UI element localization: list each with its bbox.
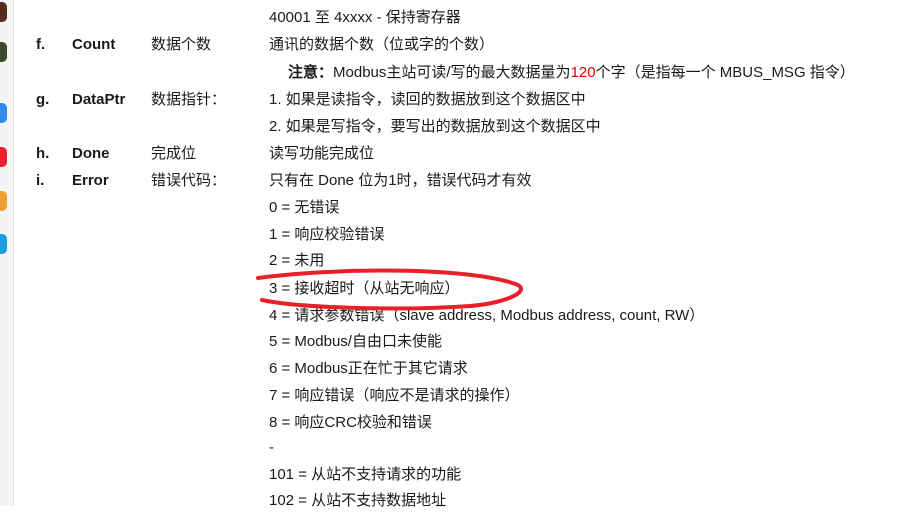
error-code-text: 1 = 响应校验错误	[269, 226, 385, 243]
param-letter: i.	[36, 172, 45, 189]
error-code-text: 0 = 无错误	[269, 199, 340, 216]
param-letter: g.	[36, 91, 50, 108]
param-name: DataPtr	[72, 91, 126, 108]
error-code-text: 101 = 从站不支持请求的功能	[269, 466, 462, 483]
app-icon-game-2[interactable]	[0, 42, 7, 62]
error-code-text: -	[269, 439, 274, 456]
note-text-after: 个字（是指每一个 MBUS_MSG 指令）	[595, 64, 855, 81]
param-text: 通讯的数据个数（位或字的个数）	[269, 36, 495, 53]
param-text: 1. 如果是读指令，读回的数据放到这个数据区中	[269, 91, 586, 108]
app-icon-multicolor[interactable]	[0, 191, 7, 211]
param-letter: h.	[36, 145, 50, 162]
app-icon-red[interactable]	[0, 147, 7, 167]
param-letter: f.	[36, 36, 46, 53]
error-code-text: 4 = 请求参数错误（slave address, Modbus address…	[269, 307, 705, 324]
app-sidebar	[0, 0, 14, 506]
param-desc: 错误代码：	[151, 172, 227, 189]
error-code-text: 2 = 未用	[269, 252, 325, 269]
param-desc: 数据个数	[151, 36, 212, 53]
param-text: 读写功能完成位	[269, 145, 375, 162]
register-range-line: 40001 至 4xxxx - 保持寄存器	[269, 9, 461, 26]
param-desc: 完成位	[151, 145, 197, 162]
note-highlight: 120	[570, 64, 596, 81]
error-code-text: 102 = 从站不支持数据地址	[269, 492, 447, 509]
error-code-text: 5 = Modbus/自由口未使能	[269, 333, 442, 350]
dataptr-line-2: 2. 如果是写指令，要写出的数据放到这个数据区中	[269, 118, 601, 135]
error-code-text: 6 = Modbus正在忙于其它请求	[269, 360, 468, 377]
app-icon-cyan[interactable]	[0, 234, 7, 254]
param-name: Done	[72, 145, 110, 162]
param-desc: 数据指针：	[151, 91, 227, 108]
app-icon-blue[interactable]	[0, 103, 7, 123]
note-text: Modbus主站可读/写的最大数据量为	[333, 64, 571, 81]
app-icon-game-1[interactable]	[0, 2, 7, 22]
error-code-text: 3 = 接收超时（从站无响应）	[269, 280, 460, 297]
param-name: Count	[72, 36, 116, 53]
note-label: 注意：	[288, 64, 334, 81]
param-name: Error	[72, 172, 109, 189]
error-code-text: 7 = 响应错误（响应不是请求的操作）	[269, 387, 520, 404]
error-code-text: 8 = 响应CRC校验和错误	[269, 414, 432, 431]
param-text: 只有在 Done 位为1时，错误代码才有效	[269, 172, 532, 189]
